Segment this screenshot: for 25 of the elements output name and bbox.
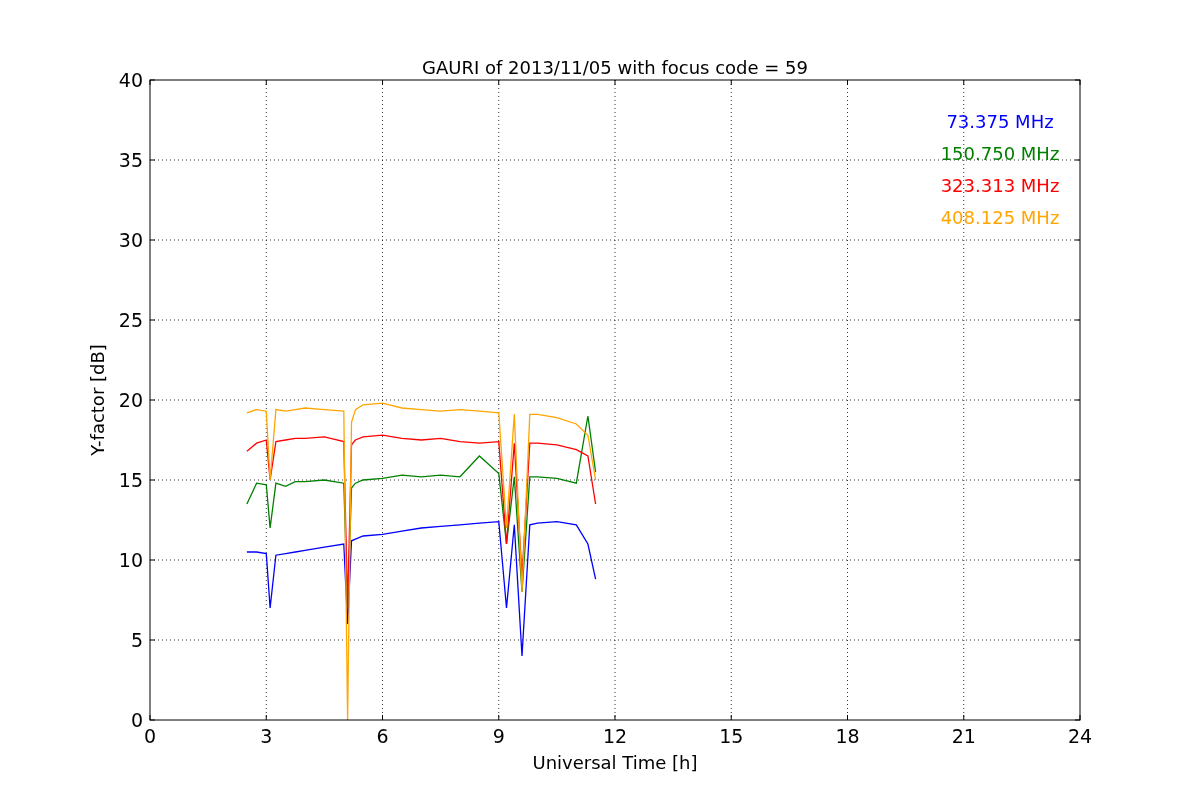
tick-label: 25 <box>118 309 143 331</box>
legend-label: 150.750 MHz <box>940 143 1060 164</box>
tick-label: 30 <box>118 229 143 251</box>
tick-label: 15 <box>118 469 143 491</box>
tick-label: 24 <box>1067 725 1093 747</box>
tick-label: 18 <box>835 725 860 747</box>
tick-label: 0 <box>130 709 143 731</box>
legend-label: 73.375 MHz <box>946 111 1054 132</box>
tick-label: 12 <box>602 725 628 747</box>
tick-label: 6 <box>376 725 389 747</box>
tick-label: 9 <box>492 725 505 747</box>
chart-title: GAURI of 2013/11/05 with focus code = 59 <box>422 57 808 78</box>
tick-label: 3 <box>260 725 273 747</box>
x-axis-label: Universal Time [h] <box>532 752 698 773</box>
y-axis-label: Y-factor [dB] <box>87 344 108 456</box>
legend-label: 323.313 MHz <box>940 175 1060 196</box>
tick-label: 20 <box>118 389 143 411</box>
tick-label: 40 <box>118 69 143 91</box>
tick-label: 0 <box>143 725 157 747</box>
legend-label: 408.125 MHz <box>940 207 1060 228</box>
tick-label: 21 <box>951 725 976 747</box>
tick-label: 15 <box>719 725 744 747</box>
tick-label: 10 <box>118 549 143 571</box>
tick-label: 35 <box>118 149 143 171</box>
tick-label: 5 <box>130 629 143 651</box>
